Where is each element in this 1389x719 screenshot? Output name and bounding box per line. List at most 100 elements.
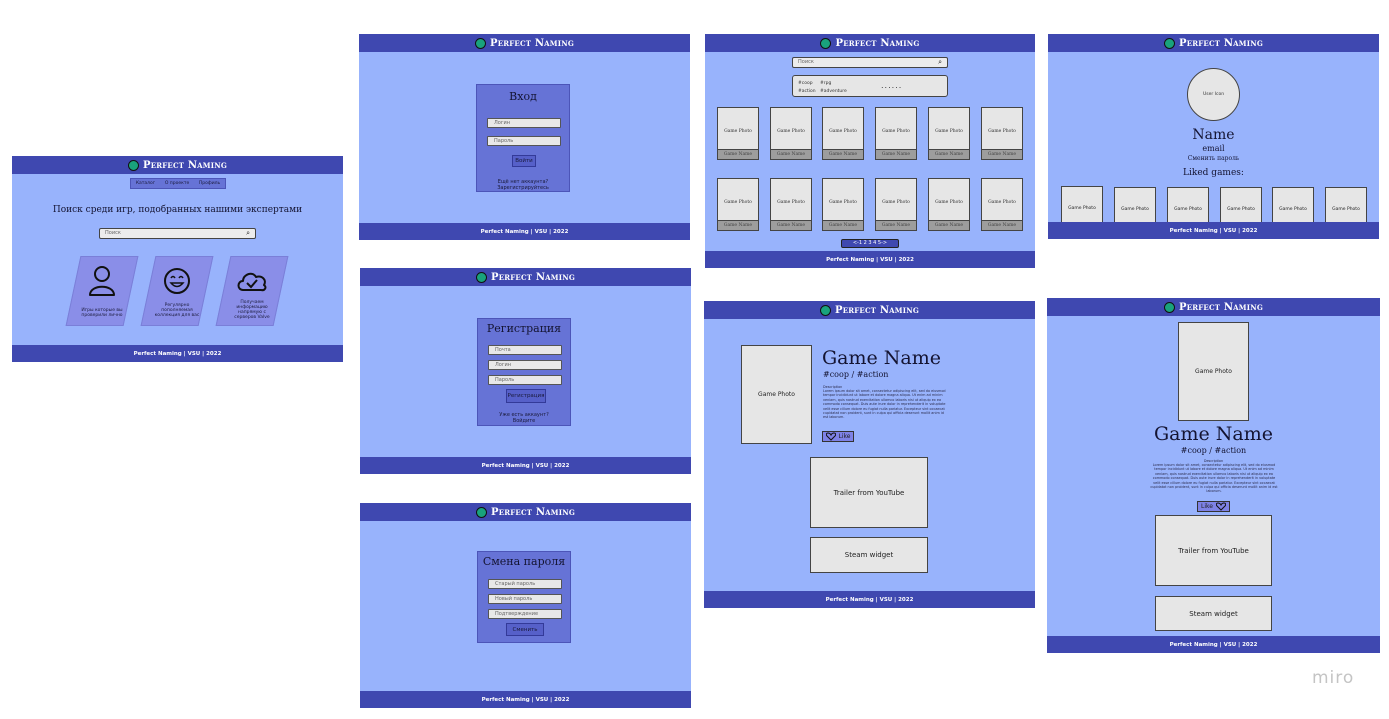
header-bar: Perfect Naming [1048,34,1379,52]
footer-bar: Perfect Naming | VSU | 2022 [359,223,690,240]
game-name: Game Name [822,347,942,369]
game-photo: Game Photo [777,200,805,205]
feature-text-1: Игры которые вы проверили лично [81,308,123,318]
brand-title: Perfect Naming [1178,301,1263,313]
game-photo: Game Photo [1227,207,1255,212]
register-form: Регистрация Почта Логин Пароль Регистрац… [477,318,571,426]
game-photo: Game Photo [1279,207,1307,212]
change-password-link[interactable]: Сменить пароль [1048,155,1379,162]
game-photo: Game Photo [882,129,910,134]
game-card[interactable]: Game Photo Game Name [770,107,812,160]
confirm-password-field[interactable]: Подтверждение [488,609,562,619]
game-name: Game Name [929,149,969,159]
description-text: Lorem ipsum dolor sit amet, consectetur … [1150,463,1278,494]
steam-widget[interactable]: Steam widget [1155,596,1272,631]
register-button[interactable]: Регистрация [506,389,546,403]
change-password-button[interactable]: Сменить [506,623,544,636]
game-card[interactable]: Game Photo Game Name [875,107,917,160]
game-card[interactable]: Game Photo Game Name [717,107,759,160]
like-button[interactable]: Like [822,431,854,442]
logo-icon [475,506,487,518]
brand-title: Perfect Naming [490,271,575,283]
game-card[interactable]: Game Photo Game Name [822,178,864,231]
game-card[interactable]: Game Photo Game Name [875,178,917,231]
footer-bar: Perfect Naming | VSU | 2022 [1048,222,1379,239]
footer-bar: Perfect Naming | VSU | 2022 [360,457,691,474]
login-field[interactable]: Логин [488,360,562,370]
register-frame: Perfect Naming Регистрация Почта Логин П… [360,268,691,474]
game-photo: Game Photo [882,200,910,205]
logo-icon [820,37,832,49]
trailer-embed[interactable]: Trailer from YouTube [810,457,928,528]
game-card[interactable]: Game Photo Game Name [981,178,1023,231]
feature-card-1: Игры которые вы проверили лично [65,256,139,326]
game-card[interactable]: Game Photo Game Name [717,178,759,231]
footer-bar: Perfect Naming | VSU | 2022 [704,591,1035,608]
game-page-frame: Perfect Naming Game Photo Game Name #coo… [704,301,1035,608]
tag-coop[interactable]: #coop [798,81,813,86]
like-button[interactable]: Like [1197,501,1230,512]
password-field[interactable]: Пароль [488,375,562,385]
login-link[interactable]: Войдите [478,418,570,424]
game-name: Game Name [823,149,863,159]
password-field[interactable]: Пароль [487,136,561,146]
login-button[interactable]: Войти [512,155,536,167]
feature-card-2: Регулярно пополняемая коллекция для вас [140,256,214,326]
game-photo: Game Photo [1121,207,1149,212]
header-bar: Perfect Naming [360,268,691,286]
tag-filter-panel: #coop #rpg #action #adventure ...... [792,75,948,97]
tag-rpg[interactable]: #rpg [820,81,831,86]
nav-about[interactable]: О проекте [165,181,189,186]
steam-widget[interactable]: Steam widget [810,537,928,573]
game-photo: Game Photo [724,129,752,134]
game-photo: Game Photo [829,200,857,205]
search-icon[interactable]: ⌕ [246,229,250,238]
game-name: Game Name [771,220,811,230]
liked-games-label: Liked games: [1183,168,1244,178]
game-tags: #coop / #action [1180,446,1247,455]
login-field[interactable]: Логин [487,118,561,128]
old-password-field[interactable]: Старый пароль [488,579,562,589]
user-icon-label: User Icon [1202,92,1225,97]
game-name: Game Name [718,220,758,230]
home-search-input[interactable]: Поиск ⌕ [99,228,256,239]
game-photo: Game Photo [1332,207,1360,212]
game-card[interactable]: Game Photo Game Name [770,178,812,231]
new-password-field[interactable]: Новый пароль [488,594,562,604]
trailer-embed[interactable]: Trailer from YouTube [1155,515,1272,586]
like-label: Like [1201,503,1213,510]
avatar: User Icon [1187,68,1240,121]
game-card[interactable]: Game Photo Game Name [822,107,864,160]
game-name: Game Name [982,149,1022,159]
user-icon [89,266,115,296]
more-tags[interactable]: ...... [881,81,902,90]
game-name: Game Name [823,220,863,230]
email-field[interactable]: Почта [488,345,562,355]
brand-title: Perfect Naming [1178,37,1263,49]
game-card[interactable]: Game Photo Game Name [981,107,1023,160]
pagination[interactable]: <-1 2 3 4 5-> [841,239,899,248]
game-card[interactable]: Game Photo Game Name [928,178,970,231]
catalog-search-input[interactable]: Поиск ⌕ [792,57,948,68]
footer-bar: Perfect Naming | VSU | 2022 [360,691,691,708]
profile-name: Name [1192,127,1235,143]
nav-profile[interactable]: Профиль [199,181,220,186]
game-card[interactable]: Game Photo Game Name [928,107,970,160]
game-photo: Game Photo [777,129,805,134]
header-bar: Perfect Naming [359,34,690,52]
search-placeholder: Поиск [798,59,814,65]
search-placeholder: Поиск [105,230,121,236]
register-link[interactable]: Зарегистрируйтесь [477,185,569,191]
footer-bar: Perfect Naming | VSU | 2022 [12,345,343,362]
logo-icon [474,37,486,49]
nav-catalog[interactable]: Каталог [136,181,155,186]
game-photo: Game Photo [988,200,1016,205]
search-icon[interactable]: ⌕ [938,58,942,67]
feature-card-3: Получаем информацию напрямую с серверов … [215,256,289,326]
tag-adventure[interactable]: #adventure [820,89,847,94]
miro-board: Perfect Naming Каталог О проекте Профиль… [0,0,1389,719]
tag-action[interactable]: #action [798,89,816,94]
footer-bar: Perfect Naming | VSU | 2022 [705,251,1035,268]
home-nav: Каталог О проекте Профиль [130,178,226,189]
game-photo: Game Photo [724,200,752,205]
